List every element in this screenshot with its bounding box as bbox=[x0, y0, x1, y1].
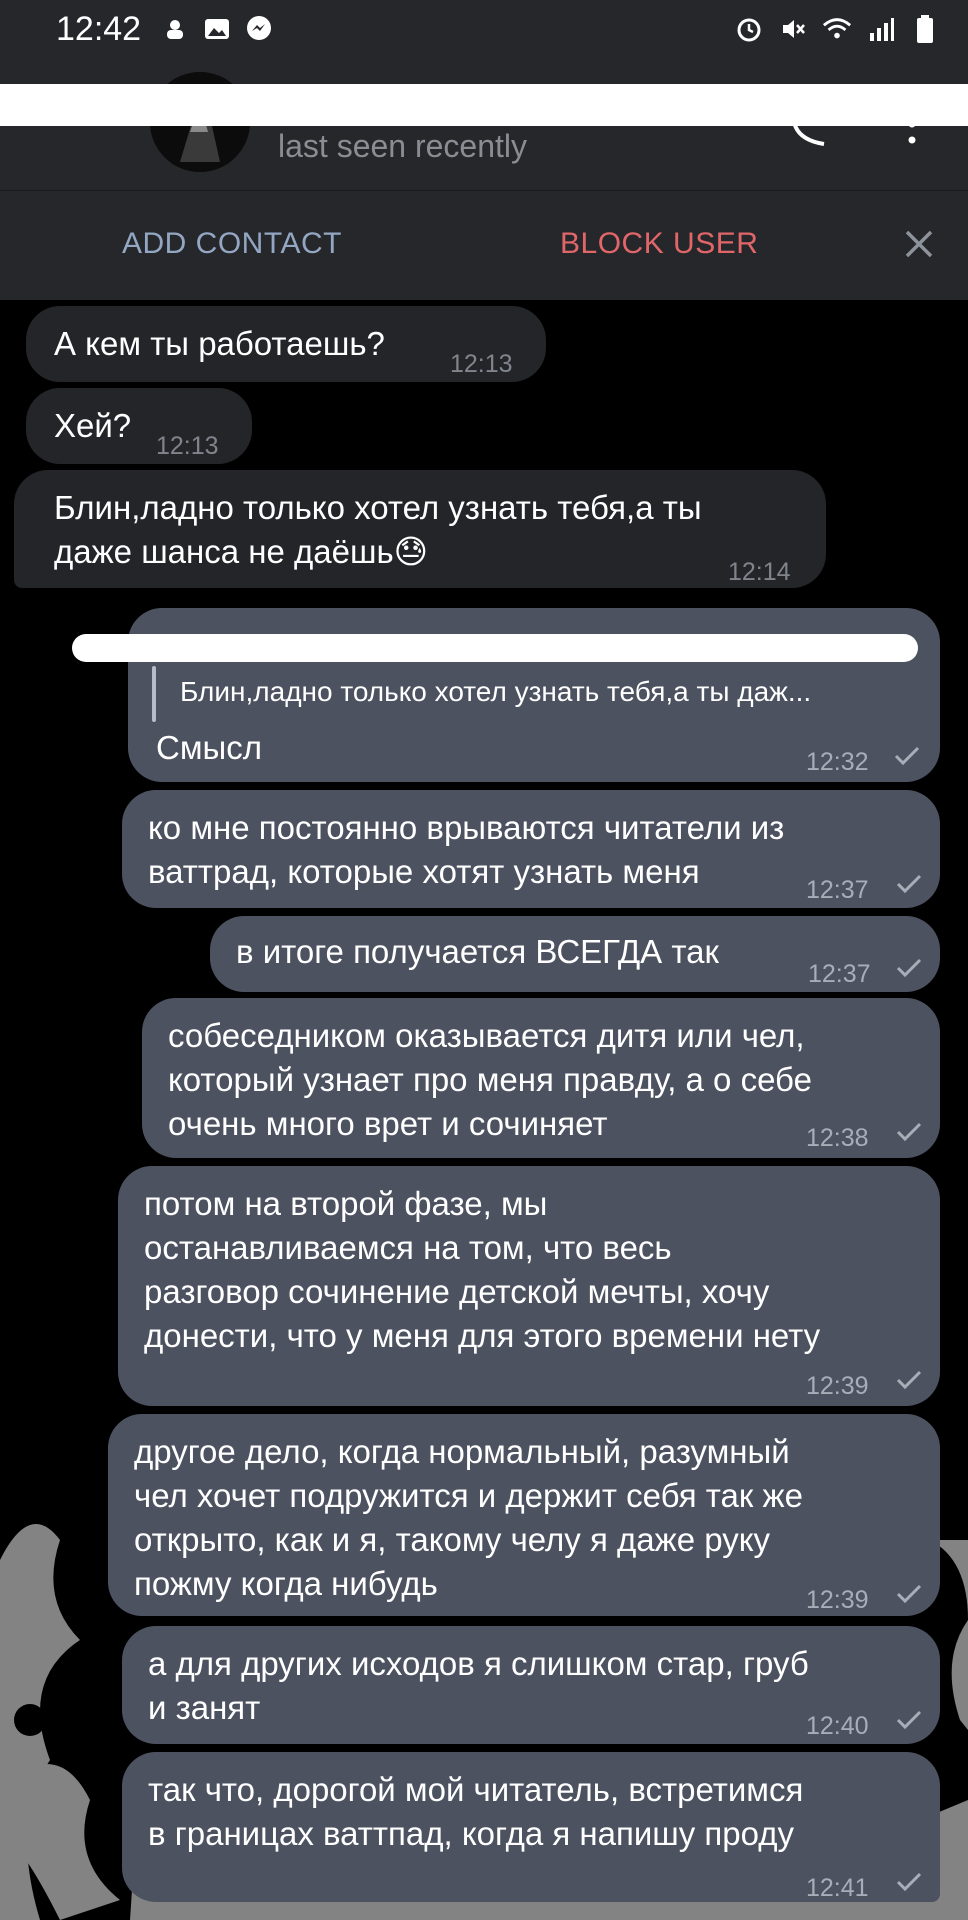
status-time: 12:42 bbox=[56, 10, 142, 48]
message-bubble-outgoing[interactable]: другое дело, когда нормальный, разумный … bbox=[108, 1414, 940, 1616]
message-bubble-outgoing[interactable]: в итоге получается ВСЕГДА так 12:37 bbox=[210, 916, 940, 992]
message-text: а для других исходов я слишком стар, гру… bbox=[148, 1645, 809, 1726]
redacted-reply-author bbox=[72, 634, 918, 662]
messenger-icon bbox=[244, 14, 274, 44]
message-bubble-outgoing[interactable]: ко мне постоянно врываются читатели из в… bbox=[122, 790, 940, 908]
sent-check-icon bbox=[896, 1370, 922, 1390]
message-time: 12:13 bbox=[450, 350, 513, 378]
message-bubble-outgoing[interactable]: потом на второй фазе, мы останавливаемся… bbox=[118, 1166, 940, 1406]
message-text: потом на второй фазе, мы останавливаемся… bbox=[144, 1185, 821, 1354]
message-time: 12:39 bbox=[806, 1586, 869, 1614]
message-time: 12:37 bbox=[808, 960, 871, 988]
action-bar: ADD CONTACT BLOCK USER bbox=[0, 190, 968, 300]
notification-icon bbox=[160, 14, 190, 44]
wifi-icon bbox=[822, 14, 852, 44]
message-time: 12:14 bbox=[728, 558, 791, 586]
mute-icon bbox=[778, 14, 808, 44]
message-time: 12:41 bbox=[806, 1874, 869, 1902]
message-bubble-outgoing[interactable]: так что, дорогой мой читатель, встретимс… bbox=[122, 1752, 940, 1902]
more-menu-icon[interactable] bbox=[906, 118, 918, 148]
message-text: так что, дорогой мой читатель, встретимс… bbox=[148, 1771, 804, 1852]
call-icon[interactable] bbox=[790, 118, 830, 148]
back-arrow-icon[interactable] bbox=[40, 100, 76, 140]
battery-icon bbox=[910, 14, 940, 44]
message-time: 12:38 bbox=[806, 1124, 869, 1152]
message-text: Блин,ладно только хотел узнать тебя,а ты… bbox=[54, 489, 702, 570]
status-bar: 12:42 bbox=[0, 0, 968, 84]
message-text: другое дело, когда нормальный, разумный … bbox=[134, 1433, 803, 1602]
alarm-icon bbox=[734, 14, 764, 44]
message-bubble-incoming[interactable]: Хей? 12:13 bbox=[26, 388, 252, 464]
message-time: 12:37 bbox=[806, 876, 869, 904]
message-text: Хей? bbox=[54, 407, 132, 444]
signal-icon bbox=[866, 14, 896, 44]
last-seen-status: last seen recently bbox=[278, 128, 528, 164]
message-bubble-incoming[interactable]: Блин,ладно только хотел узнать тебя,а ты… bbox=[14, 470, 826, 588]
message-time: 12:32 bbox=[806, 748, 869, 776]
message-time: 12:40 bbox=[806, 1712, 869, 1740]
message-text: А кем ты работаешь? bbox=[54, 325, 385, 362]
message-bubble-outgoing[interactable]: а для других исходов я слишком стар, гру… bbox=[122, 1626, 940, 1744]
sent-check-icon bbox=[894, 746, 920, 766]
message-text: собеседником оказывается дитя или чел, к… bbox=[168, 1017, 812, 1142]
add-contact-button[interactable]: ADD CONTACT bbox=[122, 227, 342, 261]
message-text: в итоге получается ВСЕГДА так bbox=[236, 933, 719, 970]
sent-check-icon bbox=[896, 1584, 922, 1604]
reply-quote-bar bbox=[152, 666, 156, 722]
sent-check-icon bbox=[896, 874, 922, 894]
sent-check-icon bbox=[896, 958, 922, 978]
sent-check-icon bbox=[896, 1122, 922, 1142]
close-icon[interactable] bbox=[902, 227, 936, 261]
block-user-button[interactable]: BLOCK USER bbox=[560, 227, 758, 261]
gallery-icon bbox=[202, 14, 232, 44]
message-bubble-outgoing[interactable]: собеседником оказывается дитя или чел, к… bbox=[142, 998, 940, 1158]
message-time: 12:39 bbox=[806, 1372, 869, 1400]
reply-preview-text: Блин,ладно только хотел узнать тебя,а ты… bbox=[180, 676, 812, 707]
sent-check-icon bbox=[896, 1710, 922, 1730]
message-text: ко мне постоянно врываются читатели из в… bbox=[148, 809, 785, 890]
message-text: Смысл bbox=[156, 729, 262, 766]
sent-check-icon bbox=[896, 1872, 922, 1892]
message-time: 12:13 bbox=[156, 432, 219, 460]
message-bubble-incoming[interactable]: А кем ты работаешь? 12:13 bbox=[26, 306, 546, 382]
